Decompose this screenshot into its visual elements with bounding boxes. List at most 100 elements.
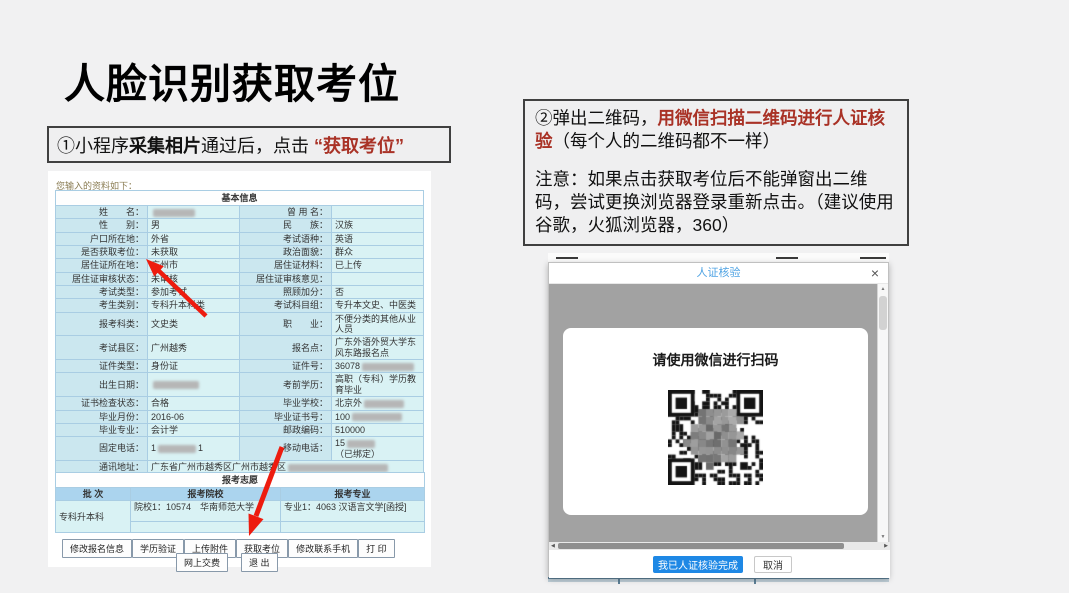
vertical-scroll-thumb[interactable] <box>879 296 887 330</box>
verification-dialog: 人证核验 × 请使用微信进行扫码 ▲ ▼ ◀ ▶ 我已人证核验完成 取消 <box>548 262 889 577</box>
volunteer-title: 报考志愿 <box>56 473 425 488</box>
field-label: 报名点： <box>240 336 332 360</box>
basic-info-row: 居住证所在地：广州市居住证材料：已上传 <box>56 259 424 272</box>
form-action-button[interactable]: 修改报名信息 <box>62 539 132 558</box>
field-value: 15（已绑定） <box>332 437 424 461</box>
form-action-button[interactable]: 修改联系手机 <box>288 539 358 558</box>
field-label: 居住证所在地： <box>56 259 148 272</box>
field-value: 合格 <box>148 397 240 410</box>
field-value: 广州市 <box>148 259 240 272</box>
form-actions-row-2: 网上交费退 出 <box>176 553 278 572</box>
basic-info-row: 毕业专业：会计学邮政编码：510000 <box>56 423 424 436</box>
volunteer-empty-cell <box>131 522 281 533</box>
field-value: 广州越秀 <box>148 336 240 360</box>
field-label: 照顾加分： <box>240 286 332 299</box>
vertical-scrollbar[interactable]: ▲ ▼ <box>877 284 888 542</box>
basic-info-row: 是否获取考位：未获取政治面貌：群众 <box>56 246 424 259</box>
volunteer-table: 报考志愿 批 次 报考院校 报考专业 专科升本科 院校1：10574 华南师范大… <box>55 472 425 533</box>
step2-note: 注意：如果点击获取考位后不能弹窗出二维码，尝试更换浏览器登录重新点击。（建议使用… <box>535 168 897 237</box>
field-value: 未审核 <box>148 272 240 285</box>
field-label: 考试县区： <box>56 336 148 360</box>
field-value: 高职（专科）学历教育毕业 <box>332 373 424 397</box>
scroll-down-icon[interactable]: ▼ <box>878 534 888 540</box>
basic-info-row: 出生日期：考前学历：高职（专科）学历教育毕业 <box>56 373 424 397</box>
basic-info-title: 基本信息 <box>56 191 424 206</box>
redacted-value <box>288 464 388 472</box>
field-value <box>332 206 424 219</box>
basic-info-row: 毕业月份：2016-06毕业证书号：100 <box>56 410 424 423</box>
volunteer-college: 院校1：10574 华南师范大学 <box>131 501 281 522</box>
instruction-step-1: ①小程序采集相片通过后，点击 “获取考位” <box>47 126 451 163</box>
scroll-right-icon[interactable]: ▶ <box>884 542 888 550</box>
field-label: 职 业： <box>240 312 332 336</box>
basic-info-row: 固定电话：11移动电话：15（已绑定） <box>56 437 424 461</box>
basic-info-row: 报考科类：文史类职 业：不便分类的其他从业人员 <box>56 312 424 336</box>
cancel-button[interactable]: 取消 <box>754 556 792 573</box>
redacted-value <box>364 400 404 408</box>
dialog-title: 人证核验 <box>549 263 888 284</box>
field-label: 姓 名： <box>56 206 148 219</box>
page-title: 人脸识别获取考位 <box>64 50 400 110</box>
field-label: 邮政编码： <box>240 423 332 436</box>
field-value: 36078 <box>332 360 424 373</box>
field-label: 居住证材料： <box>240 259 332 272</box>
scroll-up-icon[interactable]: ▲ <box>878 286 888 292</box>
volunteer-batch: 专科升本科 <box>56 501 131 533</box>
basic-info-row: 性 别：男民 族：汉族 <box>56 219 424 232</box>
basic-info-row: 考试类型：参加考试照顾加分：否 <box>56 286 424 299</box>
scroll-left-icon[interactable]: ◀ <box>551 542 555 550</box>
basic-info-row: 户口所在地：外省考试语种：英语 <box>56 232 424 245</box>
redacted-value <box>153 209 195 217</box>
scan-instruction: 请使用微信进行扫码 <box>563 350 868 370</box>
field-value: 男 <box>148 219 240 232</box>
volunteer-empty-cell <box>281 522 425 533</box>
close-icon[interactable]: × <box>871 263 879 284</box>
field-value: 不便分类的其他从业人员 <box>332 312 424 336</box>
field-label: 考前学历： <box>240 373 332 397</box>
basic-info-table: 基本信息 姓 名：曾 用 名：性 别：男民 族：汉族户口所在地：外省考试语种：英… <box>55 190 424 488</box>
basic-info-row: 证书检查状态：合格毕业学校：北京外 <box>56 397 424 410</box>
field-value: 100 <box>332 410 424 423</box>
field-label: 政治面貌： <box>240 246 332 259</box>
redacted-value <box>347 440 375 448</box>
field-value: 已上传 <box>332 259 424 272</box>
step1-highlight: “获取考位” <box>314 136 404 156</box>
field-value: 专科升本科类 <box>148 299 240 312</box>
basic-info-row: 考生类别：专科升本科类考试科目组：专升本文史、中医类 <box>56 299 424 312</box>
basic-info-row: 居住证审核状态：未审核居住证审核意见： <box>56 272 424 285</box>
volunteer-header-batch: 批 次 <box>56 488 131 501</box>
field-label: 考试语种： <box>240 232 332 245</box>
field-label: 毕业月份： <box>56 410 148 423</box>
qr-code <box>668 390 763 485</box>
volunteer-major: 专业1：4063 汉语言文学[函授] <box>281 501 425 522</box>
field-value <box>148 373 240 397</box>
field-value: 北京外 <box>332 397 424 410</box>
field-value: 汉族 <box>332 219 424 232</box>
form-action-button[interactable]: 网上交费 <box>176 553 228 572</box>
field-label: 毕业证书号： <box>240 410 332 423</box>
field-value: 11 <box>148 437 240 461</box>
qr-card: 请使用微信进行扫码 <box>563 328 868 515</box>
field-value: 参加考试 <box>148 286 240 299</box>
dialog-body: 请使用微信进行扫码 <box>549 284 879 542</box>
field-value <box>148 206 240 219</box>
field-label: 报考科类： <box>56 312 148 336</box>
horizontal-scrollbar[interactable]: ◀ ▶ <box>549 542 890 550</box>
verification-complete-button[interactable]: 我已人证核验完成 <box>653 556 743 573</box>
redacted-value <box>362 363 414 371</box>
field-value: 2016-06 <box>148 410 240 423</box>
volunteer-header-college: 报考院校 <box>131 488 281 501</box>
field-label: 是否获取考位： <box>56 246 148 259</box>
field-label: 民 族： <box>240 219 332 232</box>
field-label: 移动电话： <box>240 437 332 461</box>
form-action-button[interactable]: 打 印 <box>358 539 395 558</box>
underlying-page-sliver-top <box>548 253 889 262</box>
field-label: 毕业学校： <box>240 397 332 410</box>
form-action-button[interactable]: 退 出 <box>241 553 278 572</box>
redacted-value <box>158 445 196 453</box>
horizontal-scroll-thumb[interactable] <box>558 543 844 549</box>
field-value: 专升本文史、中医类 <box>332 299 424 312</box>
field-value: 否 <box>332 286 424 299</box>
field-label: 性 别： <box>56 219 148 232</box>
form-screenshot-panel: 您输入的资料如下： 基本信息 姓 名：曾 用 名：性 别：男民 族：汉族户口所在… <box>48 171 431 567</box>
